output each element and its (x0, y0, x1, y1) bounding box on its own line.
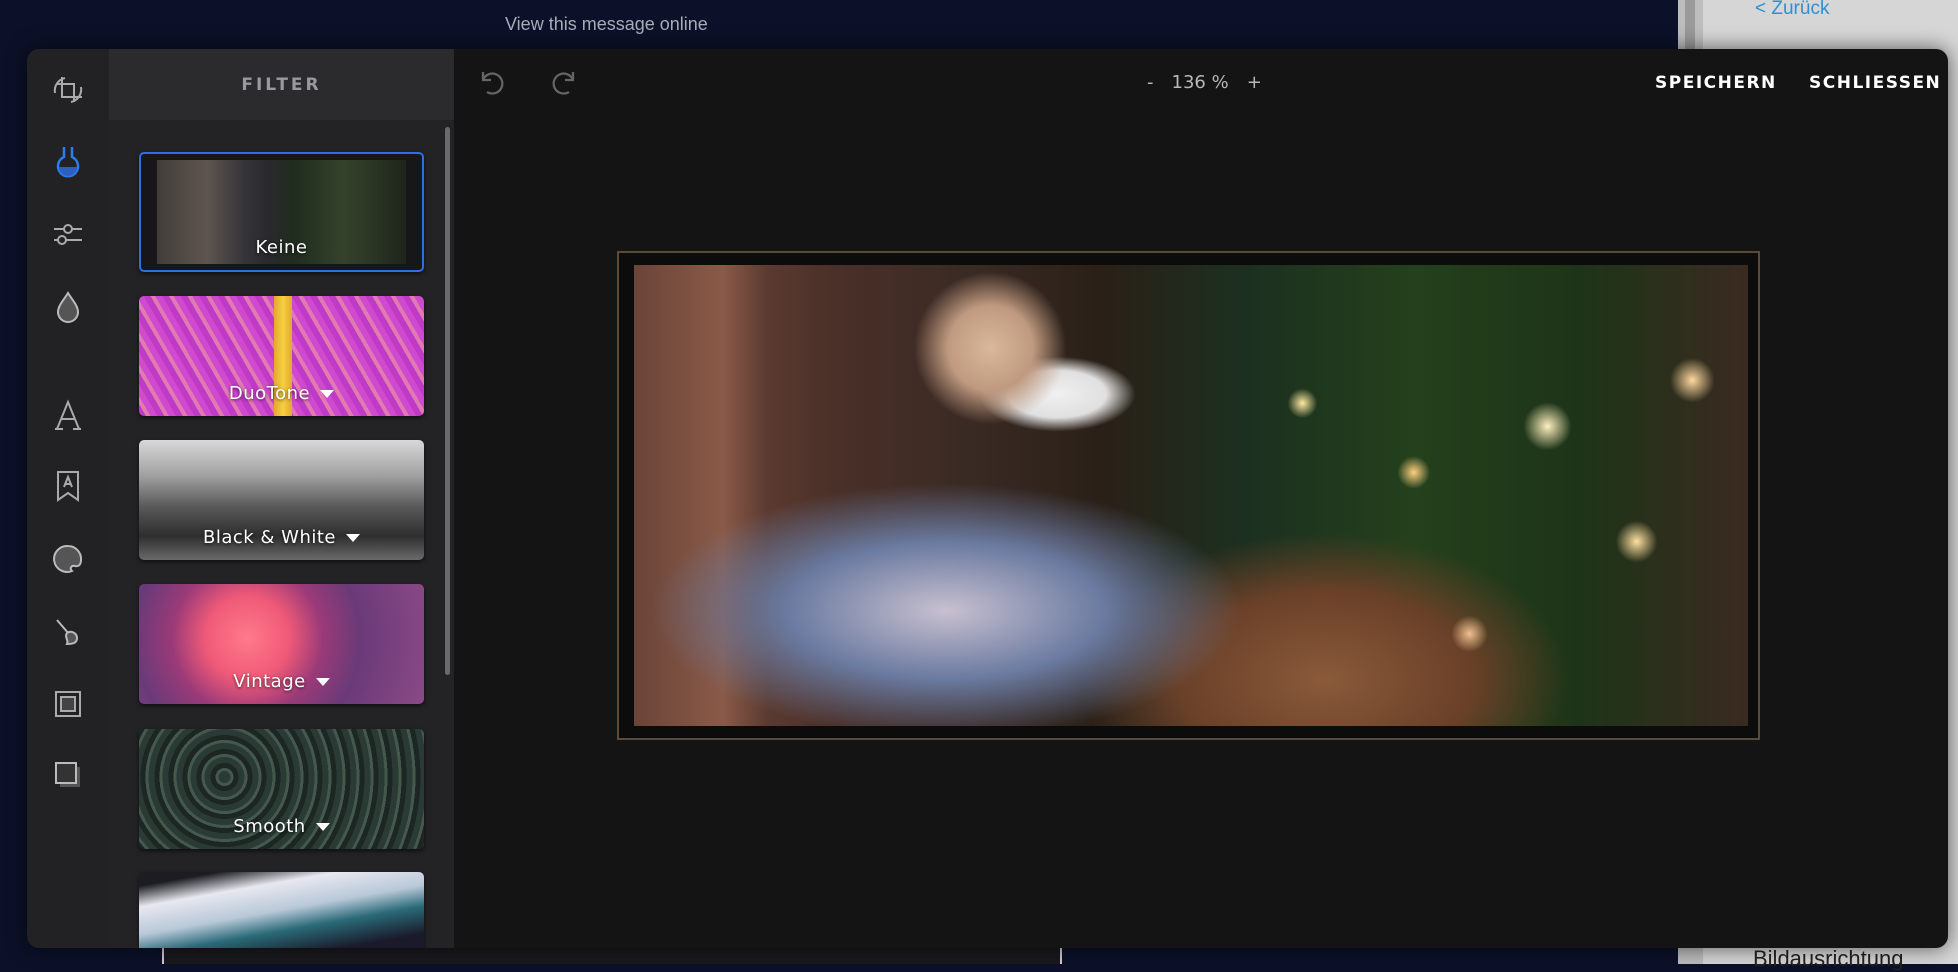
filter-panel-scrollbar[interactable] (445, 127, 450, 675)
filter-card-black-white[interactable]: Black & White (139, 440, 424, 560)
tool-rail (27, 49, 109, 948)
filter-card-none[interactable]: Keine (139, 152, 424, 272)
close-button[interactable]: SCHLIESSEN (1809, 73, 1941, 93)
view-online-link[interactable]: View this message online (505, 14, 708, 35)
canvas-frame (617, 251, 1760, 740)
edited-photo[interactable] (634, 265, 1748, 726)
filter-label: Vintage (233, 671, 306, 692)
shadow-icon[interactable] (49, 756, 87, 794)
brush-icon[interactable] (49, 612, 87, 650)
adjust-icon[interactable] (49, 216, 87, 254)
focus-icon[interactable] (49, 288, 87, 326)
sticker-icon[interactable] (49, 467, 87, 505)
panel-title: FILTER (109, 49, 454, 120)
image-editor-modal: FILTER Keine DuoTone Black & White Vinta… (27, 49, 1948, 948)
crop-icon[interactable] (49, 71, 87, 109)
zoom-level: 136 % (1171, 72, 1229, 93)
zoom-out-button[interactable]: - (1147, 72, 1154, 93)
caret-down-icon[interactable] (315, 678, 330, 686)
caret-down-icon[interactable] (320, 390, 335, 398)
filter-panel: FILTER Keine DuoTone Black & White Vinta… (109, 49, 454, 948)
back-link[interactable]: < Zurück (1755, 0, 1829, 20)
undo-icon[interactable] (477, 69, 505, 99)
filter-card-duotone[interactable]: DuoTone (139, 296, 424, 416)
caret-down-icon[interactable] (346, 534, 361, 542)
image-alignment-label: Bildausrichtung (1753, 946, 1904, 971)
zoom-control: - 136 % + (1147, 72, 1262, 93)
zoom-in-button[interactable]: + (1247, 72, 1262, 93)
filter-label: Smooth (233, 816, 306, 837)
save-button[interactable]: SPEICHERN (1655, 73, 1777, 93)
redo-icon[interactable] (551, 69, 579, 99)
frame-icon[interactable] (49, 685, 87, 723)
filter-icon[interactable] (49, 143, 87, 181)
text-icon[interactable] (49, 396, 87, 434)
filter-label: Keine (255, 237, 308, 258)
background-image-strip (162, 948, 1062, 964)
filter-label: DuoTone (228, 383, 311, 404)
caret-down-icon[interactable] (315, 823, 330, 831)
filter-card-smooth[interactable]: Smooth (139, 729, 424, 849)
filter-card-vintage[interactable]: Vintage (139, 584, 424, 704)
overlay-icon[interactable] (49, 540, 87, 578)
filter-card-next[interactable] (139, 872, 424, 948)
filter-label: Black & White (202, 527, 337, 548)
